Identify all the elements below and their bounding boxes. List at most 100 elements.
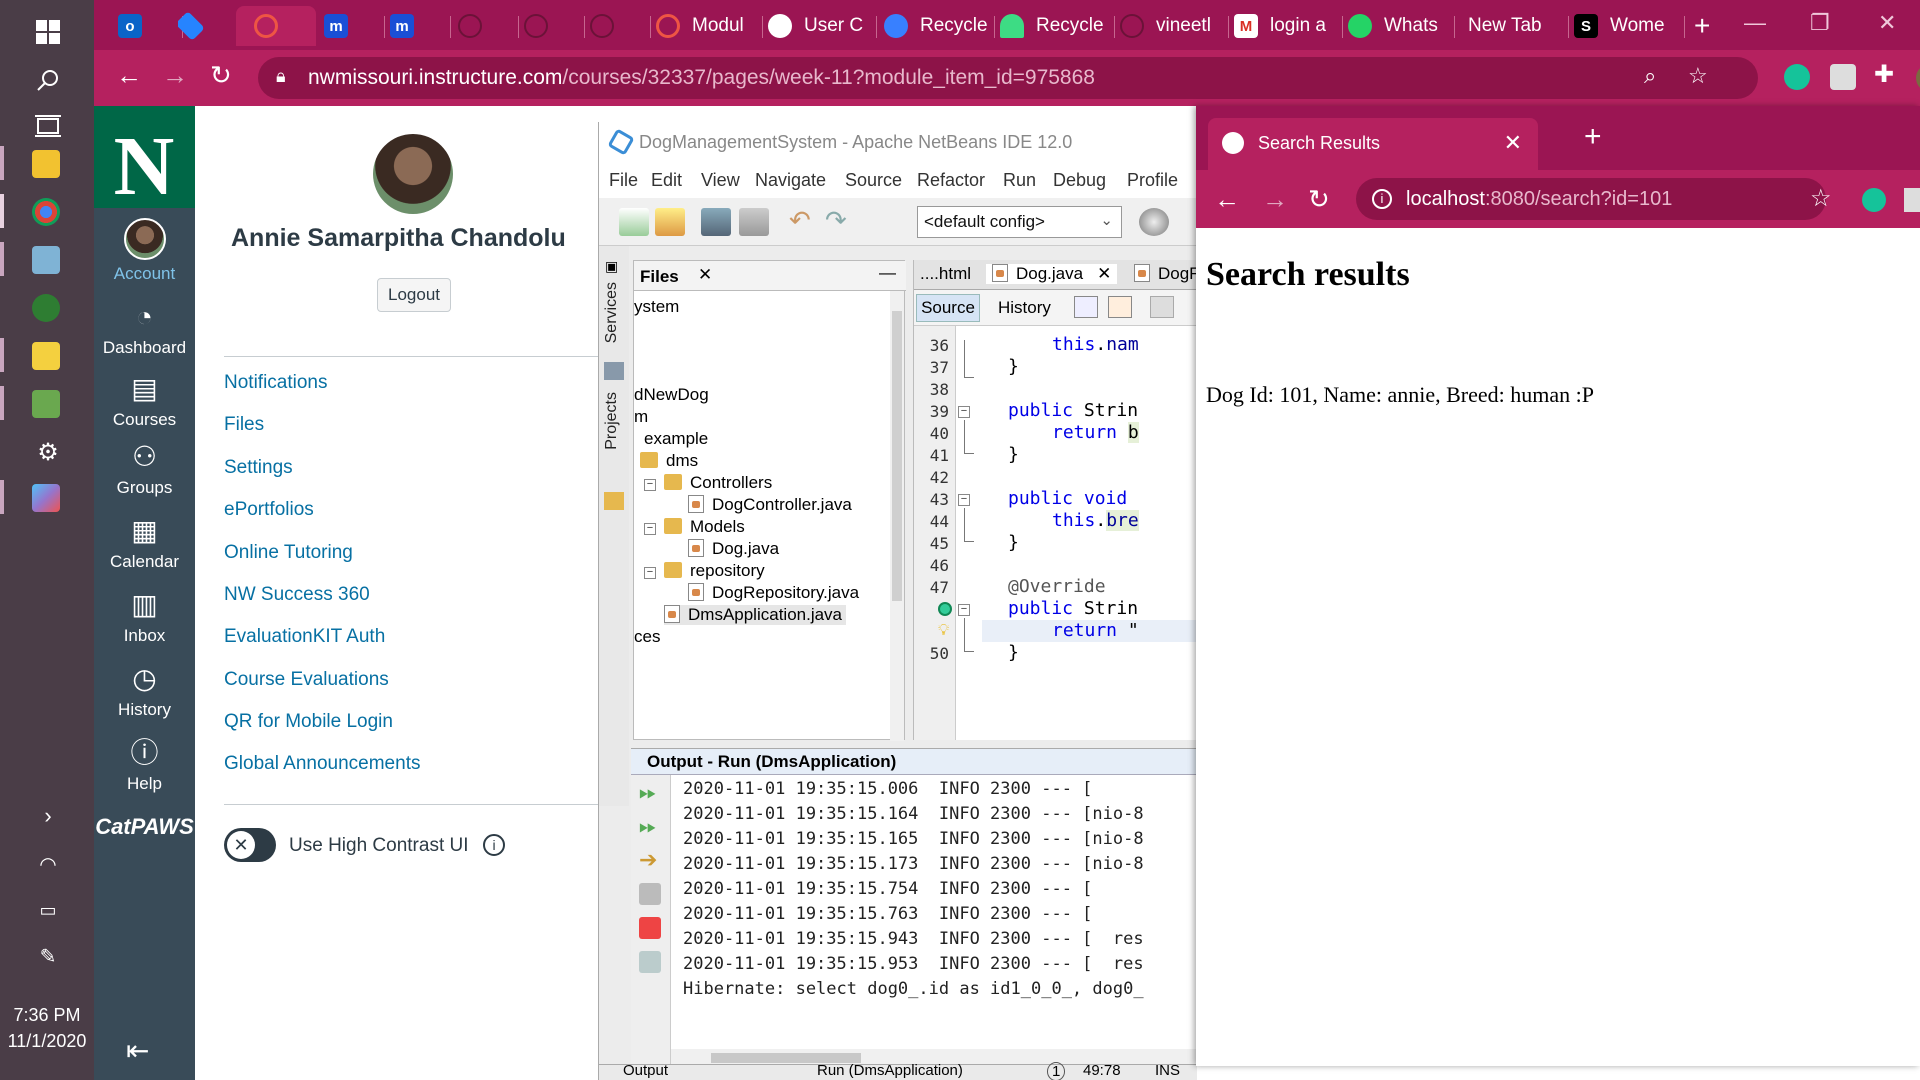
minimize-icon[interactable]: — [879, 263, 896, 283]
browser-tab[interactable] [524, 6, 582, 46]
tree-file-selected[interactable]: DmsApplication.java [664, 605, 847, 625]
editor-tab-active[interactable]: Dog.java ✕ [986, 264, 1118, 284]
hint-bulb-icon[interactable]: 💡︎ [938, 622, 949, 640]
tree-node[interactable]: m [634, 407, 648, 427]
browser-tab[interactable]: o [118, 6, 176, 46]
close-icon[interactable]: ✕ [1504, 130, 1522, 156]
collapse-icon[interactable]: − [644, 567, 656, 579]
browser-tab[interactable]: Mlogin a [1234, 6, 1334, 46]
tree-node[interactable]: dNewDog [634, 385, 709, 405]
editor-tab[interactable]: DogR [1134, 264, 1201, 284]
browser-tab[interactable]: S Wome [1574, 6, 1678, 46]
nav-calendar[interactable]: ▦ Calendar [94, 514, 195, 572]
collapse-nav-icon[interactable]: ⇤ [126, 1034, 149, 1067]
link-nw-success[interactable]: NW Success 360 [224, 584, 370, 606]
grammarly-icon[interactable] [1784, 64, 1810, 90]
link-settings[interactable]: Settings [224, 457, 293, 479]
menu-refactor[interactable]: Refactor [917, 170, 985, 191]
menu-navigate[interactable]: Navigate [755, 170, 826, 191]
task-view-icon[interactable] [30, 108, 66, 144]
grammarly-icon[interactable] [1862, 188, 1886, 212]
logout-button[interactable]: Logout [377, 278, 451, 312]
scrollbar[interactable] [890, 291, 904, 741]
code-area[interactable]: this.nam } − public Strin return b } − p… [958, 326, 1198, 740]
back-icon[interactable]: ← [116, 60, 142, 91]
rerun-icon[interactable]: ⏩︎ [639, 781, 661, 803]
new-file-icon[interactable] [619, 208, 649, 236]
link-course-evaluations[interactable]: Course Evaluations [224, 669, 389, 691]
puzzle-icon[interactable]: ✚ [1874, 60, 1894, 89]
link-global-announcements[interactable]: Global Announcements [224, 753, 420, 775]
undo-icon[interactable]: ↶ [789, 207, 819, 236]
nav-account[interactable]: Account [94, 218, 195, 284]
menu-file[interactable]: File [609, 170, 638, 191]
chevron-right-icon[interactable]: › [30, 798, 66, 834]
status-count[interactable]: 1 [1047, 1062, 1066, 1080]
files-tab[interactable]: Files ✕ — [634, 261, 906, 291]
app-icon[interactable] [32, 484, 60, 512]
settings-icon[interactable] [639, 883, 661, 905]
browser-tab[interactable]: Recycle [884, 6, 990, 46]
open-project-icon[interactable] [701, 208, 731, 236]
status-run[interactable]: Run (DmsApplication) [817, 1062, 963, 1079]
url-text[interactable]: nwmissouri.instructure.com/courses/32337… [308, 66, 1095, 90]
tree-file[interactable]: Dog.java [688, 539, 779, 559]
globe-icon[interactable] [1139, 208, 1169, 236]
fold-icon[interactable]: − [958, 494, 970, 506]
link-evaluationkit[interactable]: EvaluationKIT Auth [224, 626, 385, 648]
save-icon[interactable] [739, 208, 769, 236]
browser-tab[interactable]: New Tab [1468, 6, 1568, 46]
nav-history[interactable]: ◷ History [94, 662, 195, 720]
link-files[interactable]: Files [224, 414, 264, 436]
url-text[interactable]: localhost:8080/search?id=101 [1406, 188, 1672, 211]
override-icon[interactable] [938, 602, 952, 616]
link-qr-login[interactable]: QR for Mobile Login [224, 711, 393, 733]
last-edit-icon[interactable] [1108, 296, 1132, 318]
tree-node[interactable]: ystem [634, 297, 679, 317]
clock[interactable]: 7:36 PM 11/1/2020 [0, 1002, 94, 1054]
status-output[interactable]: Output [623, 1062, 668, 1079]
menu-profile[interactable]: Profile [1127, 170, 1178, 191]
info-icon[interactable]: i [483, 834, 505, 856]
reload-icon[interactable]: ↻ [210, 60, 232, 91]
windows-start-icon[interactable] [30, 14, 66, 50]
search-icon[interactable] [30, 62, 66, 98]
tree-folder-models[interactable]: Models [664, 517, 745, 537]
star-icon[interactable]: ☆ [1810, 184, 1832, 213]
browser-tab[interactable]: vineetl [1120, 6, 1222, 46]
browser-tab[interactable] [458, 6, 516, 46]
chrome-icon[interactable] [32, 198, 60, 226]
fold-icon[interactable]: − [958, 604, 970, 616]
fold-icon[interactable]: − [958, 406, 970, 418]
rerun-with-params-icon[interactable]: ⏩︎ [639, 815, 661, 837]
address-bar[interactable]: 🔒︎ nwmissouri.instructure.com/courses/32… [258, 57, 1758, 99]
tab-services[interactable]: Services [603, 282, 621, 343]
new-tab-button[interactable]: + [1584, 120, 1602, 154]
forward-icon[interactable]: → [162, 60, 188, 91]
close-icon[interactable]: ✕ [1878, 10, 1896, 36]
menu-edit[interactable]: Edit [651, 170, 682, 191]
link-online-tutoring[interactable]: Online Tutoring [224, 542, 353, 564]
browser-tab[interactable]: m [390, 6, 448, 46]
minimize-icon[interactable]: — [1744, 10, 1766, 36]
history-tab[interactable]: History [998, 298, 1051, 318]
close-icon[interactable]: ✕ [698, 265, 712, 285]
browser-tab[interactable]: Recycle [1000, 6, 1110, 46]
browser-tab[interactable] [590, 6, 648, 46]
file-explorer-icon[interactable] [32, 150, 60, 178]
maps-icon[interactable] [32, 294, 60, 322]
sticky-notes-icon[interactable] [32, 342, 60, 370]
photos-icon[interactable] [32, 390, 60, 418]
back-history-icon[interactable] [1074, 296, 1098, 318]
forward-history-icon[interactable] [1150, 296, 1174, 318]
close-icon[interactable]: ✕ [1097, 264, 1111, 283]
scroll-thumb[interactable] [892, 311, 902, 601]
wifi-icon[interactable]: ◠ [30, 846, 66, 882]
menu-source[interactable]: Source [845, 170, 902, 191]
menu-run[interactable]: Run [1003, 170, 1036, 191]
tree-folder-repository[interactable]: repository [664, 561, 765, 581]
source-tab[interactable]: Source [916, 294, 980, 322]
battery-icon[interactable]: ▭ [30, 892, 66, 928]
extension-icon[interactable] [1904, 188, 1920, 212]
address-bar[interactable]: i localhost:8080/search?id=101 [1356, 178, 1826, 220]
